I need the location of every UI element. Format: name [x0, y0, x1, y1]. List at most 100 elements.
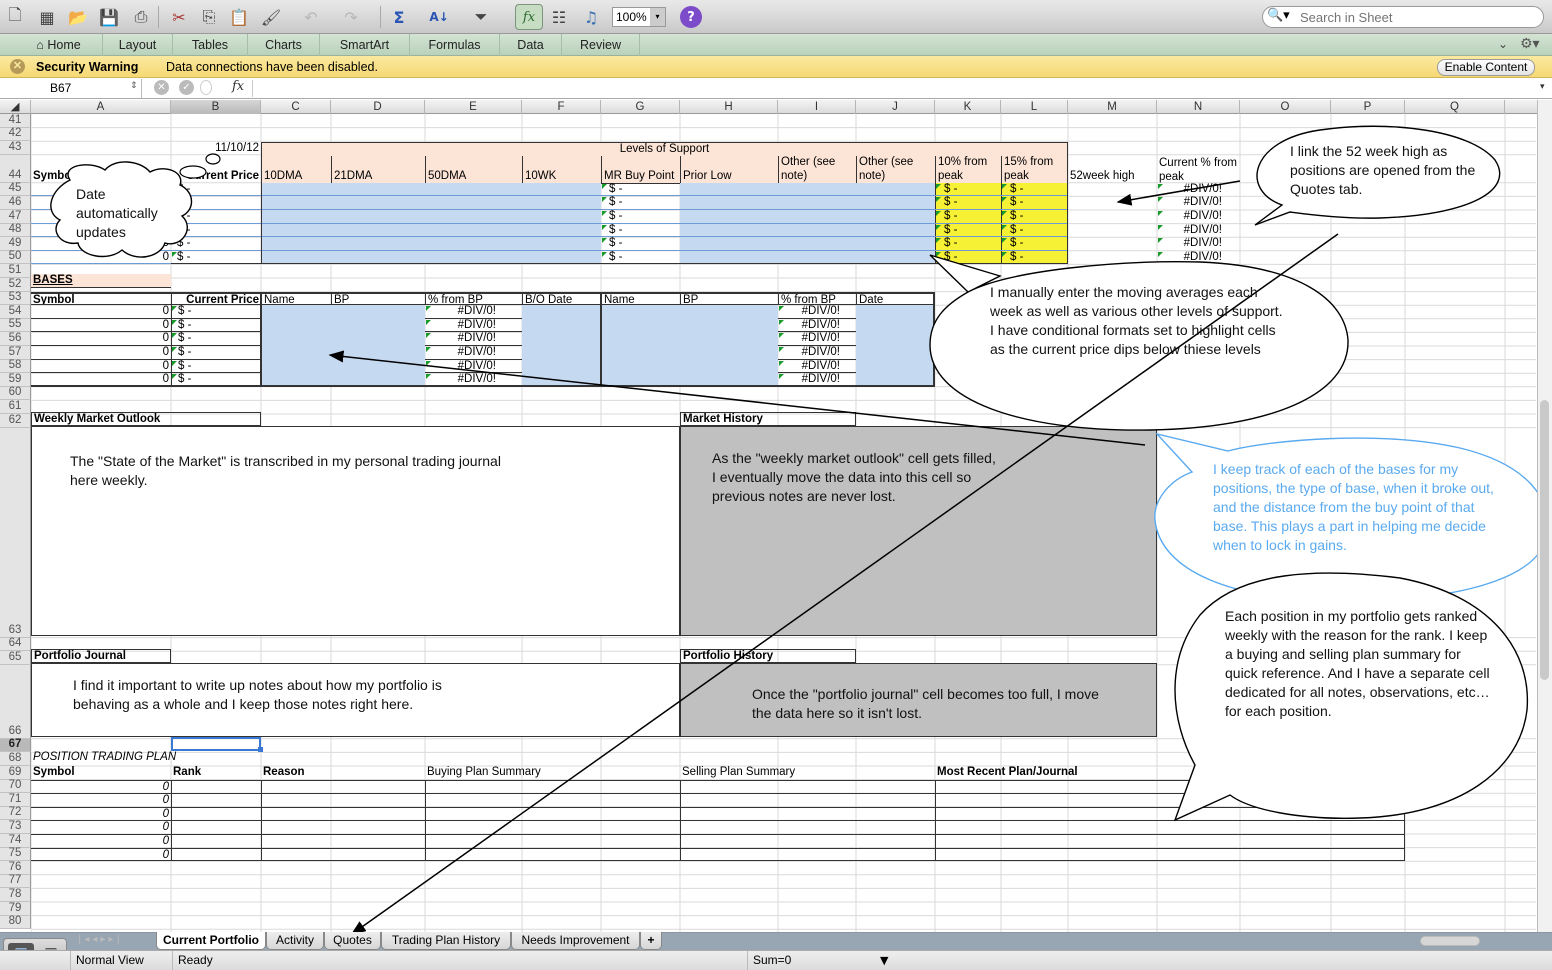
select-all-corner[interactable]: ◢ — [0, 100, 31, 114]
sheet-tab-current-portfolio[interactable]: Current Portfolio — [156, 932, 266, 950]
row-header-79[interactable]: 79 — [0, 902, 31, 916]
plan-cell[interactable] — [425, 793, 680, 807]
vertical-scroll-thumb[interactable] — [1540, 400, 1549, 680]
plan-cell[interactable] — [261, 847, 425, 862]
paste-icon[interactable]: 📋 — [228, 6, 250, 28]
column-header-f[interactable]: F — [522, 100, 601, 114]
plan-cell[interactable] — [171, 806, 261, 821]
tab-smartart[interactable]: SmartArt — [320, 34, 410, 56]
sheet-tab-quotes[interactable]: Quotes — [324, 932, 381, 950]
row-header-44[interactable]: 44 — [0, 154, 31, 183]
row-header-42[interactable]: 42 — [0, 127, 31, 142]
plan-symbol-cell[interactable]: 0 — [31, 793, 171, 807]
row-header-74[interactable]: 74 — [0, 834, 31, 848]
sheet-tab-activity[interactable]: Activity — [266, 932, 324, 950]
row-header-47[interactable]: 47 — [0, 210, 31, 224]
row-header-73[interactable]: 73 — [0, 820, 31, 834]
row-header-54[interactable]: 54 — [0, 305, 31, 319]
plan-cell[interactable] — [425, 820, 680, 834]
plan-symbol-cell[interactable]: 0 — [31, 834, 171, 848]
confirm-formula-icon[interactable]: ✓ — [179, 80, 194, 95]
current-pct-from-peak-cell[interactable]: #DIV/0! — [1157, 210, 1240, 224]
row-header-61[interactable]: 61 — [0, 400, 31, 414]
plan-symbol-cell[interactable]: 0 — [31, 806, 171, 821]
sort-icon[interactable]: A↓ — [428, 6, 450, 28]
column-header-q[interactable]: Q — [1405, 100, 1505, 114]
name-box-stepper-icon[interactable]: ⇕ — [130, 81, 138, 91]
row-header-53[interactable]: 53 — [0, 291, 31, 306]
search-icon[interactable]: 🔍▾ — [1267, 8, 1290, 23]
plan-cell[interactable] — [261, 793, 425, 807]
formula-input[interactable] — [252, 80, 1532, 97]
plan-cell[interactable] — [425, 834, 680, 848]
row-header-67[interactable]: 67 — [0, 738, 31, 753]
plan-cell[interactable] — [171, 820, 261, 834]
plan-cell[interactable] — [680, 834, 935, 848]
plan-cell[interactable] — [425, 847, 680, 862]
plan-cell[interactable] — [680, 793, 935, 807]
plan-cell[interactable] — [680, 820, 935, 834]
plan-cell[interactable] — [935, 806, 1405, 821]
column-header-m[interactable]: M — [1068, 100, 1157, 114]
plan-cell[interactable] — [261, 779, 425, 794]
row-header-76[interactable]: 76 — [0, 861, 31, 875]
row-header-56[interactable]: 56 — [0, 332, 31, 346]
plan-symbol-cell[interactable]: 0 — [31, 847, 171, 862]
row-header-64[interactable]: 64 — [0, 637, 31, 652]
row-header-70[interactable]: 70 — [0, 779, 31, 794]
column-header-d[interactable]: D — [331, 100, 425, 114]
current-pct-from-peak-cell[interactable]: #DIV/0! — [1157, 196, 1240, 210]
row-header-66[interactable]: 66 — [0, 664, 31, 739]
row-header-57[interactable]: 57 — [0, 346, 31, 360]
tab-review[interactable]: Review — [562, 34, 640, 56]
sheet-nav-arrows-icon[interactable]: |◂◂▸▸| — [78, 934, 123, 945]
plan-cell[interactable] — [171, 834, 261, 848]
sheet-tab-needs-improvement[interactable]: Needs Improvement — [511, 932, 640, 950]
plan-symbol-cell[interactable]: 0 — [31, 820, 171, 834]
plan-cell[interactable] — [935, 779, 1405, 794]
row-header-78[interactable]: 78 — [0, 888, 31, 902]
row-header-71[interactable]: 71 — [0, 793, 31, 807]
plan-cell[interactable] — [171, 793, 261, 807]
undo-icon[interactable]: ↶ — [300, 6, 322, 28]
row-header-75[interactable]: 75 — [0, 847, 31, 862]
row-header-65[interactable]: 65 — [0, 651, 31, 665]
plan-cell[interactable] — [935, 820, 1405, 834]
row-header-55[interactable]: 55 — [0, 318, 31, 333]
save-icon[interactable]: 💾 — [98, 6, 120, 28]
date-cell[interactable]: 11/10/12 — [171, 142, 261, 156]
row-header-46[interactable]: 46 — [0, 196, 31, 210]
column-header-o[interactable]: O — [1240, 100, 1331, 114]
row-header-60[interactable]: 60 — [0, 386, 31, 401]
cancel-formula-icon[interactable]: ✕ — [154, 80, 169, 95]
tab-tables[interactable]: Tables — [173, 34, 248, 56]
row-header-49[interactable]: 49 — [0, 237, 31, 251]
search-in-sheet-input[interactable] — [1300, 8, 1540, 26]
row-header-68[interactable]: 68 — [0, 752, 31, 766]
row-header-72[interactable]: 72 — [0, 806, 31, 821]
filter-icon[interactable]: ⏷ — [470, 6, 492, 28]
horizontal-scroll-thumb[interactable] — [1420, 936, 1480, 946]
plan-cell[interactable] — [935, 793, 1405, 807]
row-header-59[interactable]: 59 — [0, 373, 31, 387]
fx-icon[interactable]: fx — [232, 79, 244, 94]
plan-cell[interactable] — [680, 779, 935, 794]
enable-content-button[interactable]: Enable Content — [1437, 59, 1535, 76]
plan-cell[interactable] — [171, 779, 261, 794]
help-icon[interactable]: ? — [680, 6, 702, 28]
formula-expand-icon[interactable]: ▾ — [1540, 82, 1545, 92]
autosum-icon[interactable]: Σ — [388, 6, 410, 28]
column-header-j[interactable]: J — [856, 100, 935, 114]
column-header-e[interactable]: E — [425, 100, 522, 114]
redo-icon[interactable]: ↷ — [340, 6, 362, 28]
gear-icon[interactable]: ⚙▾ — [1520, 36, 1540, 52]
show-hide-icon[interactable]: ☷ — [548, 6, 570, 28]
current-pct-from-peak-cell[interactable]: #DIV/0! — [1157, 237, 1240, 251]
tab-layout[interactable]: Layout — [103, 34, 173, 56]
row-header-51[interactable]: 51 — [0, 264, 31, 278]
tab-data[interactable]: Data — [500, 34, 562, 56]
plan-cell[interactable] — [425, 779, 680, 794]
column-header-a[interactable]: A — [31, 100, 171, 114]
row-header-58[interactable]: 58 — [0, 359, 31, 374]
name-box[interactable]: B67 — [0, 79, 142, 98]
